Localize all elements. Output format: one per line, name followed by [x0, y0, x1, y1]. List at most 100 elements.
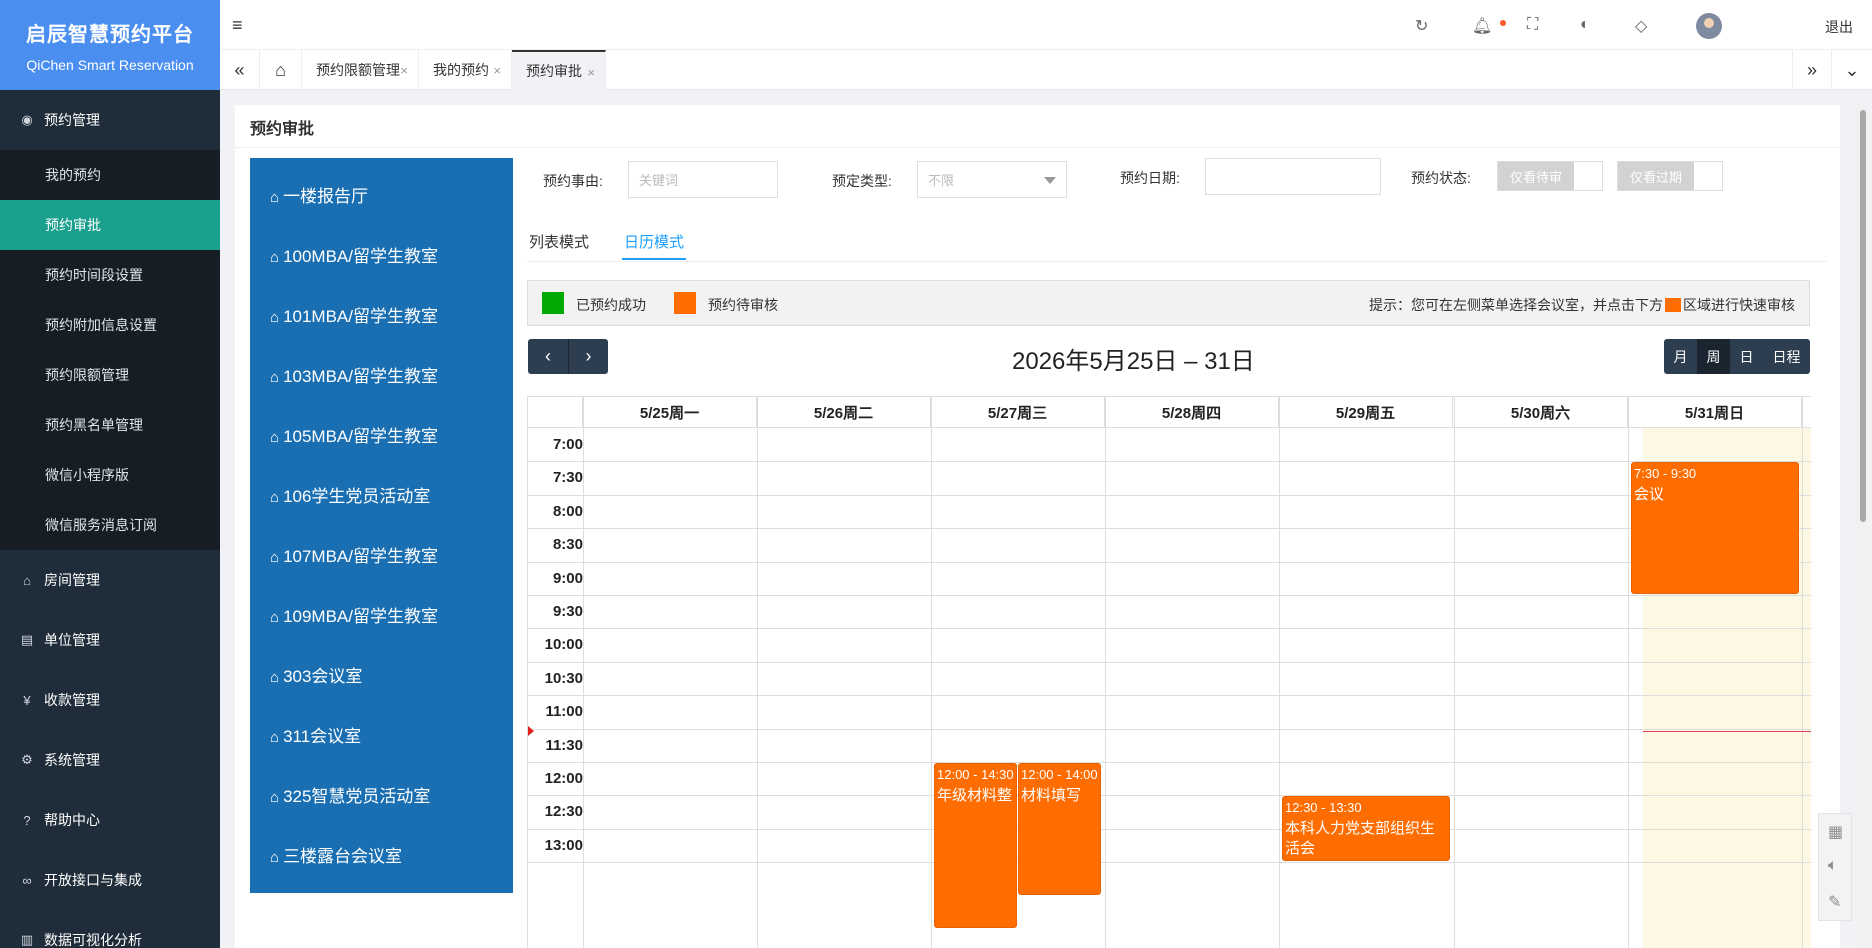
current-time-arrow	[528, 726, 534, 736]
view-month-button[interactable]: 月	[1664, 339, 1697, 374]
sidebar-item-miniprogram[interactable]: 微信小程序版	[0, 450, 220, 500]
reservation-event[interactable]: 12:30 - 13:30 本科人力党支部组织生活会	[1282, 796, 1450, 861]
view-week-button[interactable]: 周	[1697, 339, 1730, 374]
only-pending-toggle[interactable]: 仅看待审	[1497, 161, 1603, 191]
reservation-event[interactable]: 12:00 - 14:30 年级材料整	[934, 763, 1017, 928]
sidebar: 启辰智慧预约平台 QiChen Smart Reservation ◉ 预约管理…	[0, 0, 220, 948]
room-item[interactable]: ⌂ 303会议室	[270, 662, 362, 687]
success-swatch	[542, 292, 564, 314]
room-label: 三楼露台会议室	[283, 847, 403, 866]
room-item[interactable]: ⌂ 109MBA/留学生教室	[270, 602, 438, 627]
room-item[interactable]: ⌂ 311会议室	[270, 722, 361, 747]
room-item[interactable]: ⌂ 一楼报告厅	[270, 182, 368, 207]
time-label: 8:30	[552, 536, 583, 553]
hint-text: 提示：您可在左侧菜单选择会议室，并点击下方 区域进行快速审核	[1369, 295, 1795, 315]
menu-group-label: 预约管理	[44, 112, 100, 128]
menu-group-units[interactable]: ▤ 单位管理	[0, 610, 220, 670]
next-week-button[interactable]: ›	[568, 339, 608, 374]
room-label: 325智慧党员活动室	[283, 787, 431, 806]
qr-code-icon[interactable]: ▦	[1828, 822, 1843, 842]
grid-hline	[528, 528, 1811, 529]
room-item[interactable]: ⌂ 101MBA/留学生教室	[270, 302, 438, 327]
tab-approval[interactable]: 预约审批 ×	[512, 50, 606, 90]
grid-hline	[528, 427, 1811, 428]
grid-vline	[1802, 397, 1803, 948]
sidebar-item-extra-info[interactable]: 预约附加信息设置	[0, 300, 220, 350]
menu-group-payment[interactable]: ¥ 收款管理	[0, 670, 220, 730]
reason-search-input[interactable]: 关键词	[628, 161, 778, 198]
reservation-event[interactable]: 7:30 - 9:30 会议	[1631, 462, 1799, 594]
sidebar-item-approval[interactable]: 预约审批	[0, 200, 220, 250]
hint-suffix: 区域进行快速审核	[1683, 297, 1795, 313]
room-label: 105MBA/留学生教室	[283, 427, 438, 446]
room-item[interactable]: ⌂ 105MBA/留学生教室	[270, 422, 438, 447]
menu-group-analytics[interactable]: ▥ 数据可视化分析	[0, 910, 220, 948]
grid-hline	[528, 461, 1811, 462]
sidebar-item-wechat-msg[interactable]: 微信服务消息订阅	[0, 500, 220, 550]
room-item[interactable]: ⌂ 三楼露台会议室	[270, 842, 402, 867]
type-label: 预定类型:	[832, 173, 892, 189]
fullscreen-icon[interactable]: ⛶	[1527, 16, 1538, 34]
room-item[interactable]: ⌂ 107MBA/留学生教室	[270, 542, 438, 567]
main-card: 预约审批 ⌂ 一楼报告厅 ⌂ 100MBA/留学生教室 ⌂ 101MBA/留学生教室 …	[235, 105, 1840, 948]
speaker-icon[interactable]: 🔈︎	[1828, 857, 1838, 875]
tabs-menu-chevron-down-icon[interactable]: ⌄	[1832, 50, 1872, 90]
sidebar-item-timeslot[interactable]: 预约时间段设置	[0, 250, 220, 300]
sidebar-item-quota[interactable]: 预约限额管理	[0, 350, 220, 400]
only-expired-toggle[interactable]: 仅看过期	[1617, 161, 1723, 191]
home-icon: ⌂	[270, 669, 280, 686]
reservation-event[interactable]: 12:00 - 14:00 材料填写	[1018, 763, 1101, 895]
tab-calendar-mode[interactable]: 日历模式	[624, 231, 684, 252]
tabs-scroll-right-icon[interactable]: »	[1792, 50, 1832, 90]
page-title: 预约审批	[250, 121, 315, 138]
date-label: 预约日期:	[1120, 170, 1180, 186]
reason-placeholder: 关键词	[639, 173, 679, 188]
palette-icon[interactable]: ◐	[1580, 16, 1590, 34]
tabs-scroll-left-icon[interactable]: «	[220, 50, 260, 90]
logout-link[interactable]: 退出	[1825, 17, 1853, 37]
tab-list-mode[interactable]: 列表模式	[529, 231, 589, 252]
sidebar-item-my-reservation[interactable]: 我的预约	[0, 150, 220, 200]
day-header: 5/30周六	[1454, 397, 1628, 427]
scrollbar-thumb[interactable]	[1860, 110, 1866, 522]
success-legend-label: 已预约成功	[576, 297, 646, 313]
menu-group-help[interactable]: ? 帮助中心	[0, 790, 220, 850]
room-item[interactable]: ⌂ 103MBA/留学生教室	[270, 362, 438, 387]
event-title: 年级材料整	[937, 787, 1013, 804]
home-icon: ⌂	[270, 789, 280, 806]
time-label: 11:00	[545, 703, 583, 720]
time-label: 10:00	[544, 636, 583, 653]
sidebar-item-blacklist[interactable]: 预约黑名单管理	[0, 400, 220, 450]
date-input[interactable]	[1205, 158, 1381, 195]
room-item[interactable]: ⌂ 106学生党员活动室	[270, 482, 430, 507]
avatar[interactable]	[1696, 13, 1722, 39]
tab-label: 我的预约	[433, 62, 489, 78]
close-icon[interactable]: ×	[587, 65, 595, 80]
type-select[interactable]: 不限	[917, 161, 1067, 198]
close-icon[interactable]: ×	[400, 63, 408, 78]
tab-quota[interactable]: 预约限额管理 ×	[302, 50, 419, 90]
view-day-button[interactable]: 日	[1730, 339, 1763, 374]
view-schedule-button[interactable]: 日程	[1763, 339, 1810, 374]
refresh-icon[interactable]: ↻	[1415, 16, 1428, 36]
room-item[interactable]: ⌂ 325智慧党员活动室	[270, 782, 430, 807]
close-icon[interactable]: ×	[493, 63, 501, 78]
bell-icon[interactable]: 🔔︎	[1472, 16, 1492, 36]
prev-week-button[interactable]: ‹	[528, 339, 568, 374]
room-item[interactable]: ⌂ 100MBA/留学生教室	[270, 242, 438, 267]
tab-my-reservation[interactable]: 我的预约 ×	[419, 50, 512, 90]
menu-fold-icon[interactable]: ≡	[232, 15, 243, 36]
username-blurred[interactable]	[1730, 18, 1800, 30]
home-tab-icon[interactable]: ⌂	[260, 50, 302, 90]
menu-group-system[interactable]: ⚙ 系统管理	[0, 730, 220, 790]
menu-group-api[interactable]: ∞ 开放接口与集成	[0, 850, 220, 910]
menu-group-rooms[interactable]: ⌂ 房间管理	[0, 550, 220, 610]
menu-group-label: 系统管理	[44, 752, 100, 768]
feedback-icon[interactable]: ✎	[1828, 892, 1841, 912]
tag-icon[interactable]: ◇	[1635, 16, 1647, 36]
menu-group-reservation[interactable]: ◉ 预约管理	[0, 90, 220, 150]
grid-hline	[528, 495, 1811, 496]
toggle-label: 仅看过期	[1618, 162, 1694, 190]
day-header: 5/27周三	[931, 397, 1105, 427]
app-logo[interactable]: 启辰智慧预约平台 QiChen Smart Reservation	[0, 0, 220, 90]
